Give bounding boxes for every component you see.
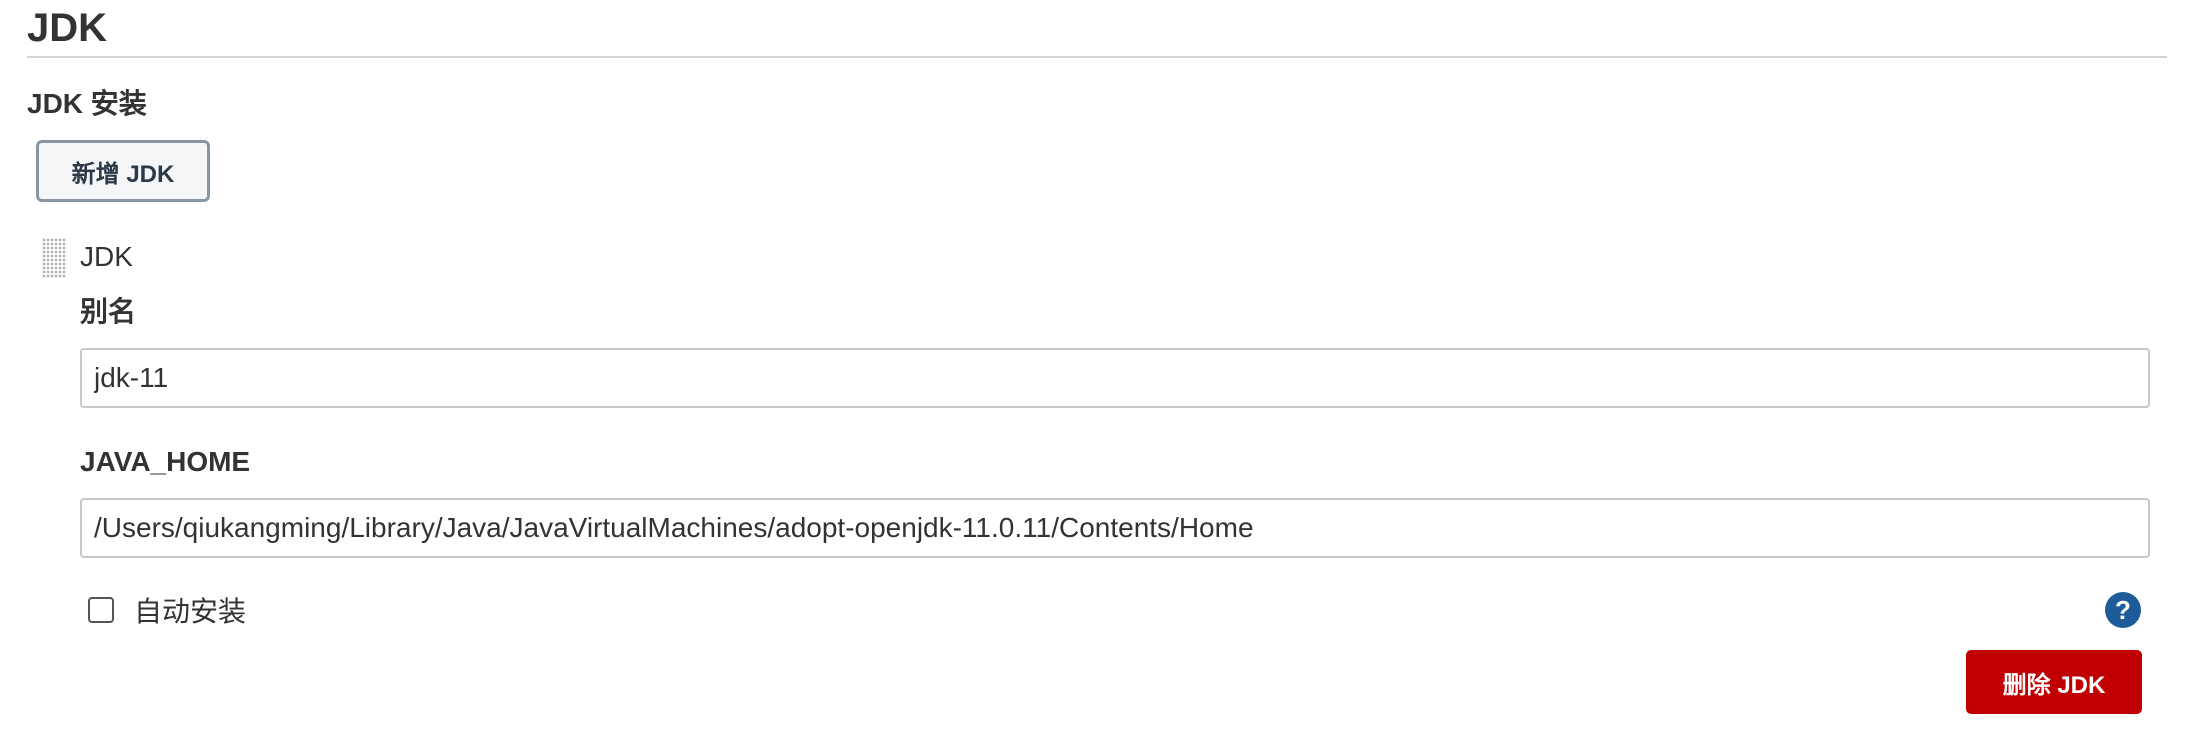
add-jdk-button[interactable]: 新增 JDK xyxy=(36,140,210,202)
jdk-item-title: JDK xyxy=(80,241,133,272)
auto-install-label[interactable]: 自动安装 xyxy=(134,594,246,630)
java-home-label: JAVA_HOME xyxy=(80,446,251,477)
delete-jdk-button[interactable]: 删除 JDK xyxy=(1966,650,2142,714)
auto-install-checkbox[interactable] xyxy=(88,597,114,623)
alias-label: 别名 xyxy=(80,296,137,327)
section-divider xyxy=(27,56,2167,58)
section-title: JDK xyxy=(27,6,108,50)
java-home-input[interactable] xyxy=(80,498,2150,558)
drag-handle-icon[interactable] xyxy=(42,238,66,278)
question-mark-icon[interactable]: ? xyxy=(2105,592,2141,628)
jdk-installations-label: JDK 安装 xyxy=(27,88,147,119)
alias-input[interactable] xyxy=(80,348,2150,408)
